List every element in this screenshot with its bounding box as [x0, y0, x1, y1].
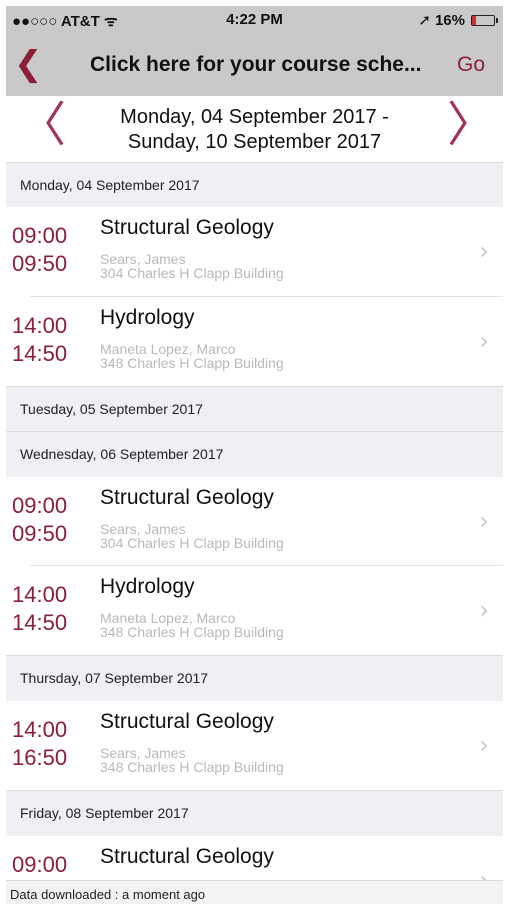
- event-end-time: 09:50: [12, 251, 68, 276]
- event-course-name: Hydrology: [100, 575, 195, 598]
- app-frame: ●●○○○ AT&T ᯤ 4:22 PM ➚ 16% ❮ Click here …: [6, 0, 503, 904]
- day-header-label: Wednesday, 06 September 2017: [20, 446, 224, 462]
- status-right: ➚ 16%: [418, 11, 498, 29]
- day-header: Monday, 04 September 2017: [6, 162, 503, 209]
- day-header-label: Tuesday, 05 September 2017: [20, 401, 203, 417]
- chevron-right-icon: ›: [479, 327, 489, 355]
- previous-week-icon[interactable]: 〈: [18, 101, 66, 149]
- event-course-name: Hydrology: [100, 306, 195, 329]
- footer-text: Data downloaded : a moment ago: [10, 887, 206, 902]
- week-range-end: Sunday, 10 September 2017: [127, 131, 382, 153]
- event-course-name: Structural Geology: [100, 216, 274, 239]
- event-course-name: Structural Geology: [100, 845, 274, 868]
- chevron-left-icon[interactable]: ❮: [14, 47, 43, 81]
- event-row[interactable]: 14:00 14:50 Hydrology Maneta Lopez, Marc…: [6, 297, 503, 386]
- day-header: Tuesday, 05 September 2017: [6, 386, 503, 433]
- battery-percent: 16%: [434, 11, 465, 29]
- day-header-label: Friday, 08 September 2017: [20, 805, 189, 821]
- event-course-name: Structural Geology: [100, 710, 274, 733]
- chevron-right-icon: ›: [479, 596, 489, 624]
- event-row[interactable]: 09:00 09:50 Structural Geology Sears, Ja…: [6, 477, 503, 566]
- event-location: 304 Charles H Clapp Building: [100, 265, 284, 281]
- event-start-time: 09:00: [12, 493, 68, 518]
- day-header: Wednesday, 06 September 2017: [6, 431, 503, 478]
- day-header: Thursday, 07 September 2017: [6, 655, 503, 702]
- week-range-start: Monday, 04 September 2017 -: [120, 106, 389, 128]
- event-start-time: 14:00: [12, 717, 68, 742]
- status-bar: ●●○○○ AT&T ᯤ 4:22 PM ➚ 16%: [6, 6, 503, 34]
- event-start-time: 14:00: [12, 582, 68, 607]
- week-range: Monday, 04 September 2017 - Sunday, 10 S…: [66, 105, 443, 155]
- nav-title[interactable]: Click here for your course sche...: [90, 53, 421, 77]
- chevron-right-icon: ›: [479, 507, 489, 535]
- event-start-time: 09:00: [12, 852, 68, 877]
- navigation-bar: ❮ Click here for your course sche... Go: [6, 34, 503, 97]
- event-end-time: 14:50: [12, 341, 68, 366]
- event-row[interactable]: 14:00 14:50 Hydrology Maneta Lopez, Marc…: [6, 566, 503, 655]
- event-course-name: Structural Geology: [100, 486, 274, 509]
- event-end-time: 16:50: [12, 745, 68, 770]
- event-end-time: 09:50: [12, 521, 68, 546]
- event-location: 348 Charles H Clapp Building: [100, 624, 284, 640]
- day-header-label: Monday, 04 September 2017: [20, 177, 200, 193]
- week-selector: 〈 Monday, 04 September 2017 - Sunday, 10…: [6, 96, 503, 163]
- day-header: Friday, 08 September 2017: [6, 790, 503, 837]
- chevron-right-icon: ›: [479, 237, 489, 265]
- next-week-icon[interactable]: 〉: [447, 101, 495, 149]
- day-header-label: Thursday, 07 September 2017: [20, 670, 209, 686]
- event-row[interactable]: 14:00 16:50 Structural Geology Sears, Ja…: [6, 701, 503, 790]
- go-button[interactable]: Go: [457, 53, 485, 77]
- data-status-footer: Data downloaded : a moment ago: [6, 880, 503, 904]
- event-start-time: 09:00: [12, 223, 68, 248]
- battery-icon: [471, 14, 498, 26]
- event-start-time: 14:00: [12, 313, 68, 338]
- location-arrow-icon: ➚: [418, 12, 431, 29]
- event-location: 348 Charles H Clapp Building: [100, 355, 284, 371]
- event-location: 348 Charles H Clapp Building: [100, 759, 284, 775]
- event-row[interactable]: 09:00 09:50 Structural Geology Sears, Ja…: [6, 207, 503, 296]
- event-end-time: 14:50: [12, 610, 68, 635]
- event-location: 304 Charles H Clapp Building: [100, 535, 284, 551]
- chevron-right-icon: ›: [479, 731, 489, 759]
